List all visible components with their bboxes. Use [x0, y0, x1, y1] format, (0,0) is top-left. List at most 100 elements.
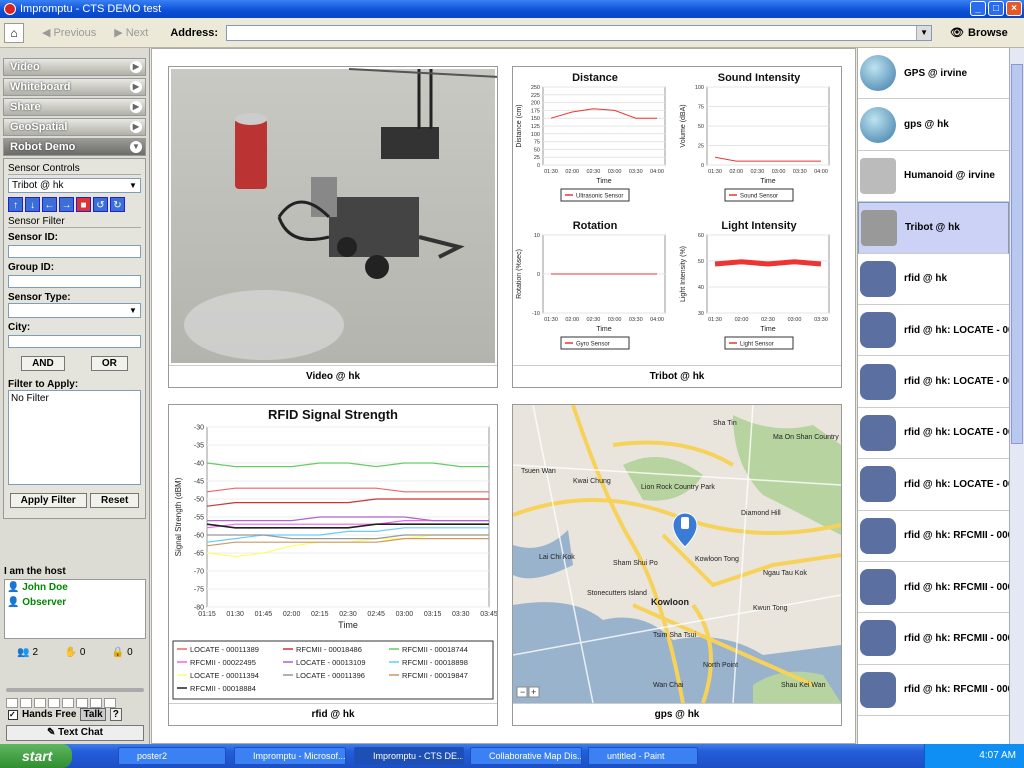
list-item[interactable]: Humanoid @ irvine [858, 151, 1009, 203]
group-id-input[interactable] [8, 275, 141, 288]
maximize-button[interactable]: □ [988, 1, 1004, 16]
rotate-right-button[interactable]: ↻ [110, 197, 125, 212]
list-item[interactable]: GPS @ irvine [858, 48, 1009, 100]
x-tick-label: 02:30 [761, 317, 775, 323]
task-paint[interactable]: untitled - Paint [588, 747, 698, 765]
list-item[interactable]: rfid @ hk [858, 254, 1009, 305]
task-impromptu-cts[interactable]: Impromptu - CTS DE... [354, 747, 464, 765]
or-button[interactable]: OR [90, 356, 128, 371]
y-tick-label: -65 [194, 551, 204, 558]
map-icon [860, 55, 896, 92]
tribot-cell[interactable]: Distance 0 25 50 75 100 125 150 175 200 225 250 01:3… [512, 66, 842, 388]
scrollbar[interactable] [1009, 48, 1024, 744]
chevron-down-icon[interactable]: ▼ [916, 25, 932, 40]
help-button[interactable]: ? [109, 708, 122, 721]
y-tick-label: 100 [695, 85, 704, 91]
task-impromptu-microsoft[interactable]: Impromptu - Microsof... [234, 747, 346, 765]
close-button[interactable]: × [1006, 1, 1022, 16]
list-item[interactable]: rfid @ hk: LOCATE - 00011 [858, 305, 1009, 357]
app-icon [4, 3, 16, 15]
start-button[interactable]: start [0, 744, 72, 768]
city-input[interactable] [8, 335, 141, 348]
rfid-cell[interactable]: RFID Signal Strength -30 -35 -40 -45 -50 -55 -6… [168, 404, 498, 726]
next-button[interactable]: ▶ Next [114, 26, 148, 40]
arrow-down-button[interactable]: ↓ [25, 197, 40, 212]
y-tick-label: 40 [698, 285, 704, 291]
x-tick-label: 02:30 [587, 169, 601, 175]
y-axis-label: Light Intensity (%) [680, 246, 687, 302]
back-icon: ◀ [42, 27, 51, 39]
filter-textarea[interactable]: No Filter [8, 390, 141, 485]
volume-slider[interactable] [6, 688, 144, 692]
talk-button[interactable]: Talk [80, 708, 106, 721]
list-item[interactable]: rfid @ hk: RFCMII - 000188 [858, 613, 1009, 665]
rfid-icon [860, 312, 896, 349]
map-view[interactable]: Sha Tin Tsuen Wan Kwai Chung Kowloon Tsim Sh… [513, 405, 841, 703]
list-item[interactable]: rfid @ hk: LOCATE - 00011 [858, 356, 1009, 408]
list-item[interactable]: Tribot @ hk [858, 202, 1009, 254]
rotation-chart: Rotation -10 0 10 01:30 02:00 02:30 03:00 03:30 0… [516, 220, 666, 350]
minimize-button[interactable]: _ [970, 1, 986, 16]
user-list[interactable]: 👤 John Doe 👤 Observer [4, 579, 146, 639]
list-item[interactable]: 👤 Observer [7, 597, 143, 612]
section-geospatial[interactable]: GeoSpatial ▶ [3, 118, 146, 136]
y-tick-label: 50 [534, 147, 540, 153]
rotate-left-button[interactable]: ↺ [93, 197, 108, 212]
sensor-id-label: Sensor ID: [8, 232, 59, 243]
y-tick-label: 0 [537, 163, 540, 169]
section-share[interactable]: Share ▶ [3, 98, 146, 116]
sensor-type-select[interactable]: ▼ [8, 303, 141, 318]
map-label: Lai Chi Kok [539, 554, 575, 561]
list-item[interactable]: gps @ hk [858, 99, 1009, 151]
apply-filter-button[interactable]: Apply Filter [9, 493, 87, 508]
section-video[interactable]: Video ▶ [3, 58, 146, 76]
task-poster2[interactable]: poster2 [118, 747, 226, 765]
stop-button[interactable]: ■ [76, 197, 91, 212]
reset-button[interactable]: Reset [90, 493, 140, 508]
arrow-up-button[interactable]: ↑ [8, 197, 23, 212]
x-tick-label: 02:00 [565, 169, 579, 175]
list-item[interactable]: rfid @ hk: RFCMII - 000188 [858, 665, 1009, 717]
x-tick-label: 03:30 [793, 169, 807, 175]
text-chat-button[interactable]: ✎ Text Chat [6, 725, 144, 741]
section-robot-demo[interactable]: Robot Demo ▼ [3, 138, 146, 156]
map-label: Diamond Hill [741, 510, 781, 517]
and-button[interactable]: AND [21, 356, 65, 371]
scroll-thumb[interactable] [1011, 64, 1023, 444]
chart-title: Rotation [573, 220, 618, 232]
home-icon[interactable]: ⌂ [4, 22, 24, 43]
x-tick-label: 01:15 [198, 611, 216, 618]
x-tick-label: 04:00 [650, 317, 664, 323]
hands-free-label: Hands Free [22, 709, 77, 720]
address-input[interactable]: ▼ [226, 24, 933, 41]
arrow-right-button[interactable]: → [59, 197, 74, 212]
list-item[interactable]: rfid @ hk: RFCMII - 000184 [858, 511, 1009, 562]
sensor-id-input[interactable] [8, 245, 141, 258]
rfid-icon [860, 260, 896, 297]
list-item[interactable]: rfid @ hk: RFCMII - 000187 [858, 562, 1009, 614]
list-item-label: rfid @ hk: LOCATE - 00011 [904, 324, 1009, 336]
section-whiteboard[interactable]: Whiteboard ▶ [3, 78, 146, 96]
distance-chart: Distance 0 25 5075 100 125 150 175200 225 250 01:3… [516, 72, 666, 202]
browse-button[interactable]: 👁 Browse [950, 26, 1008, 40]
locked-count: 🔒 0 [111, 647, 133, 658]
video-cell[interactable]: Video @ hk [168, 66, 498, 388]
x-tick-label: 02:30 [751, 169, 765, 175]
arrow-left-button[interactable]: ← [42, 197, 57, 212]
map-label: Sham Shui Po [613, 560, 658, 567]
previous-button[interactable]: ◀ Previous [42, 26, 96, 40]
resource-list[interactable]: GPS @ irvine gps @ hk Humanoid @ irvine Tri… [857, 48, 1009, 744]
list-item[interactable]: rfid @ hk: LOCATE - 00011 [858, 408, 1009, 460]
list-item[interactable]: 👤 John Doe [7, 582, 143, 597]
plot-area [706, 234, 830, 314]
hands-free-checkbox[interactable]: ✓ [8, 709, 18, 720]
y-axis-label: Volume (dBA) [680, 104, 687, 147]
legend: Ultrasonic Sensor [560, 188, 630, 202]
robot-select[interactable]: Tribot @ hk ▼ [8, 178, 141, 193]
gps-cell[interactable]: Sha Tin Tsuen Wan Kwai Chung Kowloon Tsim Sh… [512, 404, 842, 726]
list-item[interactable]: rfid @ hk: LOCATE - 00013 [858, 459, 1009, 511]
task-collaborative-map[interactable]: Collaborative Map Dis... [470, 747, 582, 765]
x-tick-label: 03:30 [814, 317, 828, 323]
main-area: Video @ hk Distance 0 25 50 75 100 125 150 175 20… [151, 48, 856, 744]
x-tick-label: 03:15 [424, 611, 442, 618]
